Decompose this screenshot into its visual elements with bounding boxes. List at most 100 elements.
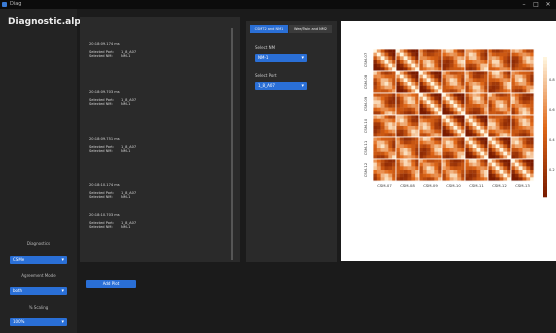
- heatmap-cell: [491, 159, 496, 163]
- heatmap-cell: [434, 93, 439, 97]
- heatmap-cell: [426, 122, 431, 127]
- select-nm-dropdown[interactable]: NM-1 ▾: [255, 54, 307, 62]
- heatmap-cell: [407, 137, 412, 141]
- heatmap-cell: [476, 173, 481, 178]
- heatmap-cell: [403, 115, 408, 119]
- maximize-icon[interactable]: □: [530, 0, 542, 9]
- log-key: Selected NM:: [89, 225, 113, 229]
- heatmap-cell: [461, 170, 466, 174]
- heatmap-cell: [411, 85, 416, 90]
- heatmap-cell: [499, 122, 504, 127]
- heatmap-cell: [518, 63, 523, 68]
- log-scrollbar[interactable]: [231, 28, 233, 260]
- heatmap-cell: [396, 118, 401, 123]
- heatmap-cell: [499, 137, 504, 141]
- heatmap-cell: [514, 60, 519, 64]
- heatmap-cell: [396, 74, 401, 79]
- colorbar-segment: [543, 162, 547, 166]
- heatmap-cell: [488, 71, 493, 75]
- heatmap-cell: [526, 126, 531, 130]
- heatmap-cell: [468, 151, 473, 156]
- heatmap-cell: [465, 122, 470, 127]
- heatmap-cell: [499, 118, 504, 123]
- heatmap-cell: [518, 85, 523, 90]
- heatmap-cell: [484, 96, 489, 101]
- heatmap-cell: [449, 148, 454, 152]
- heatmap-cell: [419, 56, 424, 61]
- heatmap-cell: [373, 151, 378, 156]
- agreement-mode-dropdown[interactable]: both ▾: [10, 287, 67, 295]
- heatmap-cell: [453, 104, 458, 108]
- heatmap-cell: [445, 52, 450, 57]
- heatmap-cell: [530, 96, 535, 101]
- heatmap-cell: [407, 122, 412, 127]
- select-port-dropdown[interactable]: 1_8_A07 ▾: [255, 82, 307, 90]
- add-plot-button[interactable]: Add Plot: [86, 280, 136, 288]
- colorbar-segment: [543, 179, 547, 184]
- heatmap-cell: [511, 85, 516, 90]
- heatmap-cell: [453, 85, 458, 90]
- heatmap-cell: [468, 137, 473, 141]
- scaling-dropdown[interactable]: 100% ▾: [10, 318, 67, 326]
- heatmap-cell: [503, 107, 508, 112]
- heatmap-cell: [518, 107, 523, 112]
- heatmap-cell: [403, 118, 408, 123]
- heatmap-cell: [476, 151, 481, 156]
- heatmap-cell: [507, 162, 512, 167]
- close-icon[interactable]: ✕: [542, 0, 554, 9]
- tab-csmt2-nm1[interactable]: CSMT2 and NM1: [250, 25, 288, 33]
- heatmap-cell: [392, 71, 397, 75]
- heatmap-cell: [518, 56, 523, 61]
- heatmap-cell: [396, 140, 401, 145]
- heatmap-cell: [434, 85, 439, 90]
- heatmap-cell: [399, 78, 404, 83]
- heatmap-cell: [415, 49, 420, 53]
- heatmap-cell: [507, 52, 512, 57]
- heatmap-cell: [465, 151, 470, 156]
- heatmap-cell: [499, 170, 504, 174]
- heatmap-cell: [488, 129, 493, 134]
- heatmap-cell: [411, 151, 416, 156]
- heatmap-cell: [373, 144, 378, 149]
- heatmap-cell: [507, 115, 512, 119]
- heatmap-cell: [426, 85, 431, 90]
- tab-wee-twin-nm2[interactable]: Wee/Twin and NM2: [289, 25, 332, 33]
- heatmap-cell: [480, 166, 485, 171]
- heatmap-cell: [484, 144, 489, 149]
- heatmap-cell: [396, 170, 401, 174]
- heatmap-cell: [415, 115, 420, 119]
- heatmap-cell: [422, 93, 427, 97]
- heatmap-cell: [426, 96, 431, 101]
- heatmap-cell: [465, 96, 470, 101]
- heatmap-cell: [468, 96, 473, 101]
- heatmap-cell: [491, 148, 496, 152]
- heatmap-cell: [507, 100, 512, 105]
- heatmap-cell: [465, 170, 470, 174]
- heatmap-cell: [472, 71, 477, 75]
- heatmap-cell: [415, 173, 420, 178]
- heatmap-cell: [438, 126, 443, 130]
- heatmap-cell: [518, 140, 523, 145]
- heatmap-cell: [442, 71, 447, 75]
- heatmap-cell: [514, 74, 519, 79]
- minimize-icon[interactable]: –: [518, 0, 530, 9]
- col-tick-label: CSM-10: [446, 183, 461, 188]
- heatmap-cell: [503, 151, 508, 156]
- heatmap-cell: [445, 144, 450, 149]
- heatmap-cell: [373, 74, 378, 79]
- heatmap-cell: [480, 63, 485, 68]
- heatmap-cell: [468, 148, 473, 152]
- heatmap-cell: [380, 137, 385, 141]
- diagnostics-dropdown[interactable]: CSMe ▾: [10, 256, 67, 264]
- heatmap-cell: [419, 159, 424, 163]
- heatmap-cell: [518, 129, 523, 134]
- heatmap-cell: [488, 173, 493, 178]
- scaling-label: % Scaling: [28, 305, 49, 310]
- heatmap-cell: [518, 52, 523, 57]
- heatmap-cell: [507, 107, 512, 112]
- heatmap-cell: [373, 122, 378, 127]
- heatmap-cell: [491, 104, 496, 108]
- heatmap-cell: [384, 93, 389, 97]
- heatmap-cell: [422, 137, 427, 141]
- heatmap-cell: [445, 129, 450, 134]
